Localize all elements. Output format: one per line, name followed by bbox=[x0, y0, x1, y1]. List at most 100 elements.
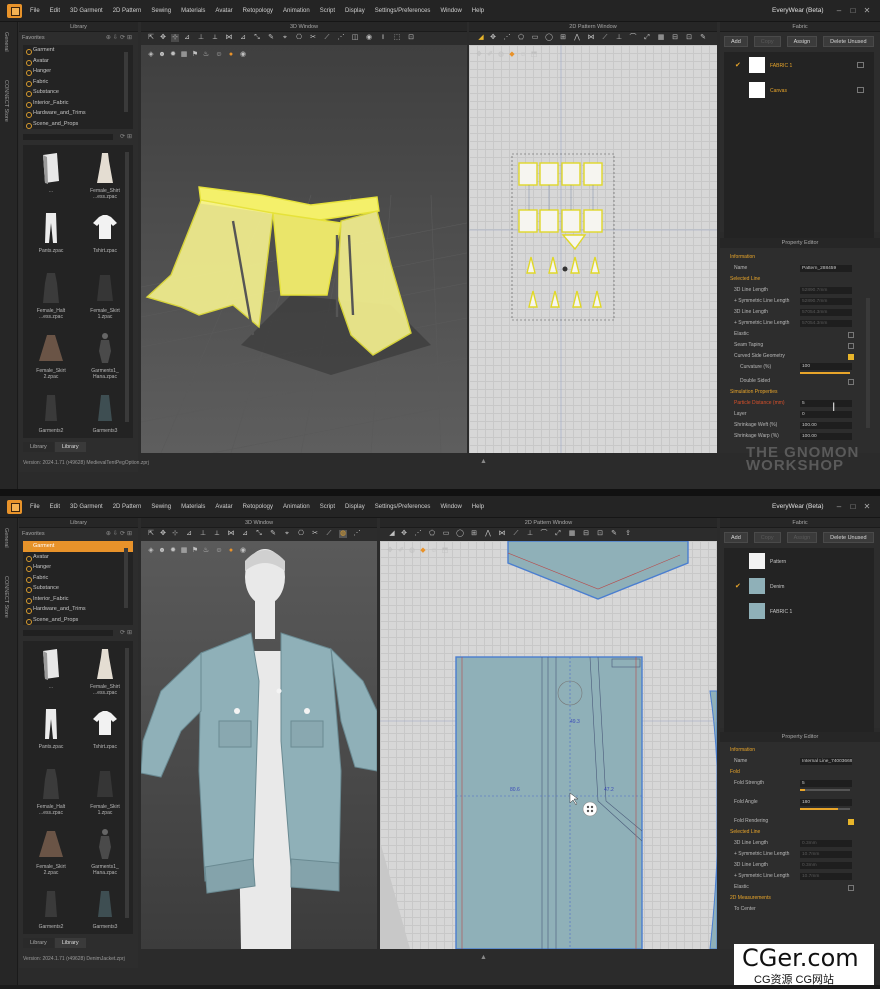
tree-item-hardware[interactable]: Hardware_and_Trims bbox=[23, 604, 133, 615]
tree-item-fabric[interactable]: Fabric bbox=[23, 573, 133, 584]
tree-item-avatar[interactable]: Avatar bbox=[23, 552, 133, 563]
face-icon[interactable]: ☺ bbox=[215, 547, 223, 555]
tree-item-interior-fabric[interactable]: Interior_Fabric bbox=[23, 98, 133, 109]
2d-fold-tool-icon[interactable]: ⌒ bbox=[540, 530, 548, 538]
library-toolbar-icons[interactable]: ⊕⇩⟳⊞ bbox=[106, 34, 134, 41]
2d-export-tool-icon[interactable]: ⇪ bbox=[624, 530, 632, 538]
tree-scrollbar[interactable] bbox=[124, 548, 128, 608]
fold-angle-field[interactable]: 180 bbox=[800, 799, 852, 806]
shrinkage-weft-field[interactable]: 100.00 bbox=[800, 422, 852, 429]
cloth-icon[interactable]: ♨ bbox=[202, 547, 210, 555]
fabric-item-fabric-1[interactable]: FABRIC 1 bbox=[724, 600, 874, 624]
2d-rect-tool-icon[interactable]: ▭ bbox=[531, 34, 539, 42]
line-tool-icon[interactable]: ⟋ bbox=[325, 530, 333, 538]
fold-strength-slider[interactable] bbox=[800, 789, 850, 791]
2d-texture-tool-icon[interactable]: ▦ bbox=[657, 34, 665, 42]
assign-fabric-button[interactable]: Assign bbox=[786, 532, 818, 543]
prop-to-center[interactable]: To Center bbox=[724, 904, 872, 915]
library-item[interactable]: Tshirt.zpac bbox=[79, 703, 131, 761]
tape-tool-icon[interactable]: ⟂ bbox=[211, 34, 219, 42]
texture-icon[interactable]: ▦ bbox=[180, 547, 188, 555]
curvature-slider[interactable] bbox=[800, 372, 850, 374]
curved-side-checkbox[interactable] bbox=[848, 354, 854, 360]
face-icon[interactable]: ☺ bbox=[215, 51, 223, 59]
transform-tool-icon[interactable]: ⊹ bbox=[171, 34, 179, 42]
arrange-tool-icon[interactable]: ⤡ bbox=[255, 530, 263, 538]
move-tool-icon[interactable]: ✥ bbox=[159, 530, 167, 538]
2d-sew-tool-icon[interactable]: ⋈ bbox=[587, 34, 595, 42]
2d-layout-icon[interactable]: ⬒ bbox=[441, 547, 449, 555]
tree-scrollbar[interactable] bbox=[124, 52, 128, 112]
move-tool-icon[interactable]: ✥ bbox=[159, 34, 167, 42]
menu-sewing[interactable]: Sewing bbox=[151, 504, 171, 510]
grid-toolbar-icons[interactable]: ⟳⊞ bbox=[120, 133, 134, 140]
2d-layout-icon[interactable]: ⬒ bbox=[530, 51, 538, 59]
menu-materials[interactable]: Materials bbox=[181, 8, 205, 14]
fold-tool-icon[interactable]: ⊥ bbox=[197, 34, 205, 42]
fold-angle-slider[interactable] bbox=[800, 808, 850, 810]
assign-fabric-button[interactable]: Assign bbox=[786, 36, 818, 47]
tree-item-substance[interactable]: Substance bbox=[23, 87, 133, 98]
curvature-field[interactable]: 100 bbox=[800, 363, 852, 370]
2d-notch-tool-icon[interactable]: ⊥ bbox=[526, 530, 534, 538]
sew-tool-icon[interactable]: ✎ bbox=[267, 34, 275, 42]
library-item[interactable]: Garments3 bbox=[79, 883, 131, 934]
name-field[interactable]: Pattern_288459 bbox=[800, 265, 852, 272]
library-item[interactable]: Female_Skirt 1.zpac bbox=[79, 763, 131, 821]
seam-taping-checkbox[interactable] bbox=[848, 343, 854, 349]
edit-tool-icon[interactable]: ⌖ bbox=[281, 34, 289, 42]
copy-fabric-button[interactable]: Copy bbox=[753, 532, 781, 543]
menu-avatar[interactable]: Avatar bbox=[215, 8, 232, 14]
tape-tool-icon[interactable]: ⟂ bbox=[213, 530, 221, 538]
library-item[interactable]: Garments2 bbox=[25, 883, 77, 934]
menu-settings[interactable]: Settings/Preferences bbox=[375, 504, 431, 510]
2d-view-tool-icon[interactable]: ⊡ bbox=[685, 34, 693, 42]
pins-icon[interactable]: ⚑ bbox=[191, 547, 199, 555]
tree-item-scene[interactable]: Scene_and_Props bbox=[23, 615, 133, 626]
library-item[interactable]: Pants.zpac bbox=[25, 207, 77, 265]
library-item[interactable]: Female_Shirt ...ess.zpac bbox=[79, 643, 131, 701]
library-item[interactable]: Female_Skirt 1.zpac bbox=[79, 267, 131, 325]
2d-grid-icon[interactable]: ✐ bbox=[486, 51, 494, 59]
prop-section-information[interactable]: Information bbox=[724, 745, 872, 756]
library-item[interactable]: Female_Skirt 2.zpac bbox=[25, 823, 77, 881]
menu-retopology[interactable]: Retopology bbox=[243, 504, 273, 510]
menu-window[interactable]: Window bbox=[440, 8, 461, 14]
library-item[interactable]: ... bbox=[25, 147, 77, 205]
double-sided-checkbox[interactable] bbox=[848, 379, 854, 385]
cut-tool-icon[interactable]: ✂ bbox=[311, 530, 319, 538]
add-fabric-button[interactable]: Add bbox=[724, 36, 748, 47]
menu-help[interactable]: Help bbox=[472, 504, 484, 510]
path-bar[interactable] bbox=[23, 134, 113, 140]
2d-grade-tool-icon[interactable]: ⊟ bbox=[671, 34, 679, 42]
side-tab-connect-store[interactable]: CONNECT Store bbox=[3, 576, 9, 618]
shrinkage-warp-field[interactable]: 100.00 bbox=[800, 433, 852, 440]
menu-retopology[interactable]: Retopology bbox=[243, 8, 273, 14]
grid-scrollbar[interactable] bbox=[125, 648, 129, 918]
measure-3d-tool-icon[interactable]: ⊡ bbox=[407, 34, 415, 42]
grid-toolbar-icons[interactable]: ⟳⊞ bbox=[120, 629, 134, 636]
minimize-icon[interactable]: – bbox=[834, 502, 844, 511]
transform-tool-icon[interactable]: ⊹ bbox=[171, 530, 179, 538]
menu-script[interactable]: Script bbox=[320, 8, 335, 14]
gauge-icon[interactable]: ◉ bbox=[239, 51, 247, 59]
2d-pattern-viewport[interactable]: 49.3 80.6 47.2 ✥ ✐ ◍ ◆ ☺ ⬒ bbox=[380, 541, 717, 949]
menu-2d-pattern[interactable]: 2D Pattern bbox=[113, 8, 142, 14]
2d-sewing-icon[interactable]: ◍ bbox=[408, 547, 416, 555]
brush-tool-icon[interactable]: ⎔ bbox=[297, 530, 305, 538]
prop-section-information[interactable]: Information bbox=[724, 252, 872, 263]
point-tool-icon[interactable]: ⋰ bbox=[353, 530, 361, 538]
texture-icon[interactable]: ▦ bbox=[180, 51, 188, 59]
tree-item-avatar[interactable]: Avatar bbox=[23, 56, 133, 67]
cut-tool-icon[interactable]: ✂ bbox=[309, 34, 317, 42]
avatar-icon[interactable]: ☻ bbox=[158, 51, 166, 59]
expand-arrow-icon[interactable]: ▲ bbox=[480, 458, 487, 465]
menu-2d-pattern[interactable]: 2D Pattern bbox=[113, 504, 142, 510]
button-tool-icon[interactable]: ◉ bbox=[365, 34, 373, 42]
library-item[interactable]: ... bbox=[25, 643, 77, 701]
menu-3d-garment[interactable]: 3D Garment bbox=[70, 504, 103, 510]
tack-tool-icon[interactable]: ⋈ bbox=[225, 34, 233, 42]
copy-fabric-button[interactable]: Copy bbox=[753, 36, 781, 47]
2d-sewing-icon[interactable]: ◍ bbox=[497, 51, 505, 59]
tab-library-2[interactable]: Library bbox=[54, 938, 86, 948]
